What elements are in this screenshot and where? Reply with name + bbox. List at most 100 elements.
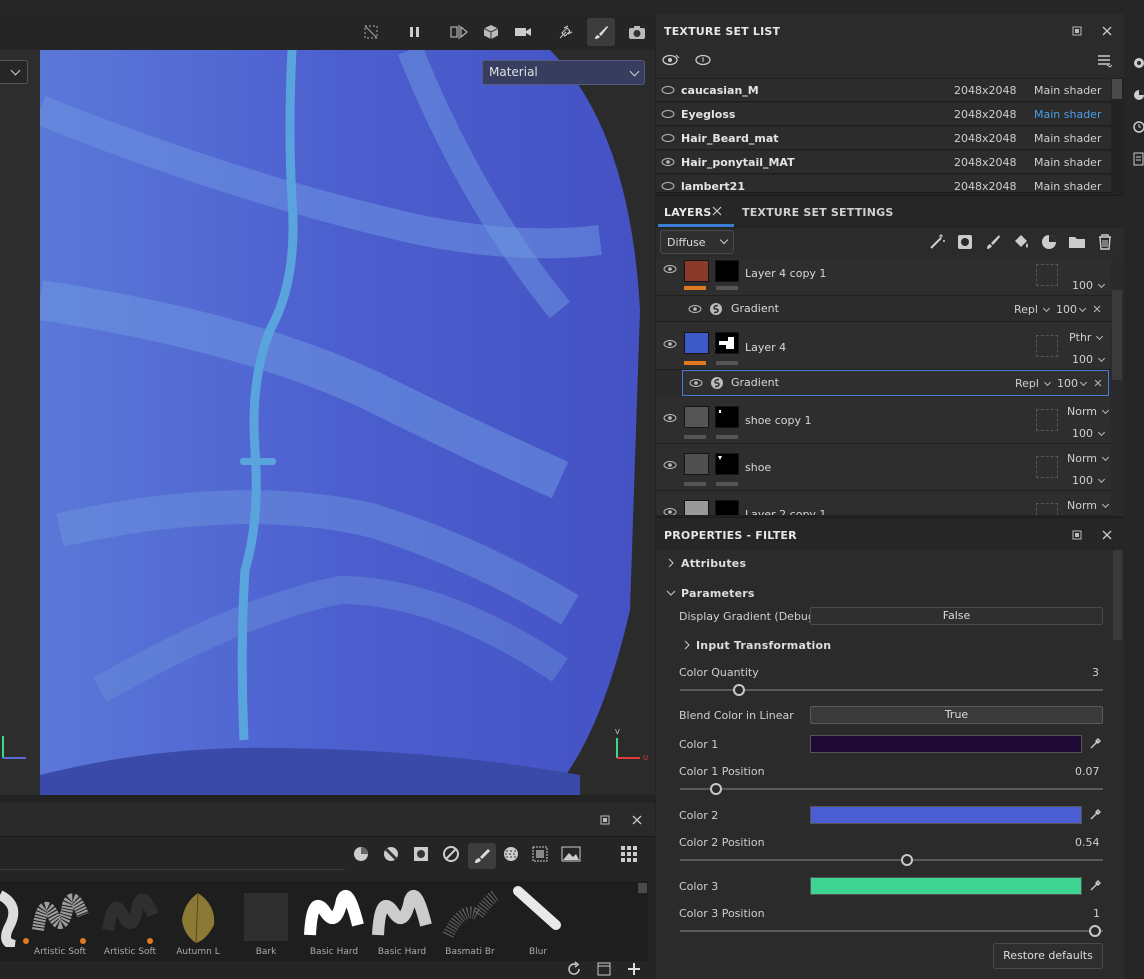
- layer-row[interactable]: Layer 4 copy 1 100: [656, 258, 1111, 296]
- tab-close-icon[interactable]: [712, 206, 722, 216]
- eye-icon[interactable]: [663, 413, 677, 423]
- texture-set-row[interactable]: lambert21 2048x2048 Main shader: [656, 175, 1111, 193]
- eye-icon[interactable]: [689, 378, 703, 388]
- effect-opacity[interactable]: 100: [1056, 303, 1087, 316]
- input-transformation-section[interactable]: Input Transformation: [696, 639, 831, 652]
- shelf-scrollbar[interactable]: [638, 883, 647, 893]
- color1-swatch[interactable]: [810, 735, 1082, 753]
- eye-icon[interactable]: [661, 157, 675, 167]
- add-folder-icon[interactable]: [1068, 233, 1086, 251]
- shelf-materials-icon[interactable]: [352, 845, 372, 865]
- color2-position-slider[interactable]: [680, 854, 1103, 866]
- eyedropper-icon[interactable]: [1088, 808, 1102, 822]
- layer-mask-thumbnail[interactable]: [715, 453, 739, 475]
- layer-blend-mode[interactable]: Norm: [1067, 499, 1110, 512]
- solo-eye-icon[interactable]: [694, 53, 712, 67]
- input-transformation-expander[interactable]: [682, 640, 692, 650]
- visibility-toggle-icon[interactable]: [662, 53, 680, 67]
- shelf-close-icon[interactable]: [630, 813, 644, 827]
- properties-float-icon[interactable]: [1070, 528, 1084, 542]
- remove-effect-icon[interactable]: [1093, 305, 1101, 313]
- layer-opacity[interactable]: 100: [1072, 279, 1106, 292]
- brush-thumb[interactable]: [438, 885, 502, 947]
- attributes-expander[interactable]: [666, 558, 676, 568]
- texture-set-close-icon[interactable]: [1100, 24, 1114, 38]
- screenshot-icon[interactable]: [623, 18, 651, 46]
- shelf-filters-icon[interactable]: [442, 845, 462, 865]
- effect-row[interactable]: Gradient Repl 100: [656, 296, 1111, 322]
- shelf-search-input[interactable]: [0, 844, 345, 870]
- delete-layer-icon[interactable]: [1096, 233, 1114, 251]
- color1-position-slider[interactable]: [680, 783, 1103, 795]
- layer-blend-mode[interactable]: Norm: [1067, 405, 1110, 418]
- add-smart-material-icon[interactable]: [1040, 233, 1058, 251]
- brush-thumb[interactable]: [302, 885, 366, 947]
- camera-icon[interactable]: [509, 18, 537, 46]
- remove-effect-icon[interactable]: [1094, 379, 1102, 387]
- blend-linear-toggle[interactable]: True: [810, 706, 1103, 724]
- 3d-viewport[interactable]: Material VU: [0, 50, 655, 795]
- layer-scrollbar[interactable]: [1112, 290, 1122, 380]
- shelf-smart-materials-icon[interactable]: [382, 845, 402, 865]
- color3-position-slider[interactable]: [680, 925, 1103, 937]
- render-icon[interactable]: [552, 18, 580, 46]
- display-settings-icon[interactable]: [1132, 88, 1144, 102]
- parameters-section[interactable]: Parameters: [681, 587, 755, 600]
- texture-set-row[interactable]: caucasian_M 2048x2048 Main shader: [656, 79, 1111, 102]
- viewport-mode-select[interactable]: Material: [482, 60, 645, 85]
- texture-set-shader[interactable]: Main shader: [1034, 108, 1101, 121]
- texture-set-scrollbar[interactable]: [1112, 79, 1122, 99]
- texture-set-shader[interactable]: Main shader: [1034, 84, 1101, 97]
- layer-opacity[interactable]: 100: [1072, 474, 1106, 487]
- effect-blend-mode[interactable]: Repl: [1014, 303, 1051, 316]
- shelf-add-icon[interactable]: [626, 961, 644, 979]
- brush-thumb[interactable]: [506, 885, 570, 947]
- attributes-section[interactable]: Attributes: [681, 557, 746, 570]
- shelf-grid-view-icon[interactable]: [620, 845, 640, 865]
- eye-icon[interactable]: [661, 133, 675, 143]
- layer-mask-thumbnail[interactable]: [715, 406, 739, 428]
- eye-icon[interactable]: [663, 460, 677, 470]
- viewport-left-dropdown[interactable]: [0, 60, 28, 84]
- color-quantity-slider[interactable]: [680, 684, 1103, 696]
- slider-handle[interactable]: [710, 783, 722, 795]
- paint-brush-icon[interactable]: [587, 18, 615, 46]
- texture-set-float-icon[interactable]: [1070, 24, 1084, 38]
- tab-layers[interactable]: LAYERS: [664, 206, 712, 219]
- eye-icon[interactable]: [661, 181, 675, 191]
- effect-opacity[interactable]: 100: [1057, 377, 1088, 390]
- eye-icon[interactable]: [688, 304, 702, 314]
- eye-icon[interactable]: [663, 339, 677, 349]
- layer-mask-thumbnail[interactable]: [715, 332, 739, 354]
- layer-blend-mode[interactable]: Pthr: [1069, 331, 1104, 344]
- eyedropper-icon[interactable]: [1088, 737, 1102, 751]
- channel-select[interactable]: Diffuse: [660, 230, 734, 254]
- symmetry-icon[interactable]: [445, 18, 473, 46]
- layer-row[interactable]: shoe Norm 100: [656, 444, 1111, 491]
- color3-swatch[interactable]: [810, 877, 1082, 895]
- history-icon[interactable]: [1132, 120, 1144, 134]
- brush-thumb[interactable]: [370, 885, 434, 947]
- texture-set-shader[interactable]: Main shader: [1034, 132, 1101, 145]
- slider-handle[interactable]: [733, 684, 745, 696]
- layer-opacity[interactable]: 100: [1072, 353, 1106, 366]
- add-fill-layer-icon[interactable]: [1012, 233, 1030, 251]
- parameters-expander[interactable]: [666, 588, 676, 598]
- eye-icon[interactable]: [661, 85, 675, 95]
- pause-icon[interactable]: [401, 18, 429, 46]
- settings-gear-icon[interactable]: [1132, 56, 1144, 70]
- add-mask-icon[interactable]: [956, 233, 974, 251]
- texture-set-row[interactable]: Hair_ponytail_MAT 2048x2048 Main shader: [656, 151, 1111, 174]
- shelf-textures-icon[interactable]: [561, 845, 583, 865]
- shelf-refresh-icon[interactable]: [566, 961, 584, 979]
- brush-thumb[interactable]: [234, 885, 298, 947]
- log-icon[interactable]: [1132, 152, 1144, 166]
- texture-set-row[interactable]: Hair_Beard_mat 2048x2048 Main shader: [656, 127, 1111, 150]
- properties-scrollbar[interactable]: [1113, 550, 1122, 640]
- shelf-float-icon[interactable]: [598, 813, 612, 827]
- shelf-grunges-icon[interactable]: [531, 845, 551, 865]
- brush-thumb[interactable]: [166, 885, 230, 947]
- add-effect-icon[interactable]: [928, 233, 946, 251]
- layer-row[interactable]: Layer 2 copy 1 Norm: [656, 491, 1111, 516]
- eye-icon[interactable]: [663, 264, 677, 274]
